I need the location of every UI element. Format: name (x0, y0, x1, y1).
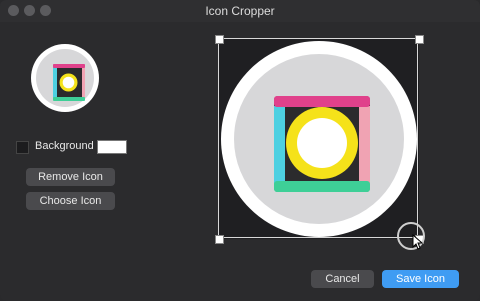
background-label: Background (35, 140, 94, 152)
crop-handle-top-left[interactable] (215, 35, 224, 44)
crop-handle-top-right[interactable] (415, 35, 424, 44)
cancel-button[interactable]: Cancel (311, 270, 374, 288)
title-bar: Icon Cropper (0, 0, 480, 22)
background-checkbox[interactable] (16, 141, 29, 154)
icon-cropper-window: Icon Cropper Background Remove Icon Choo… (0, 0, 480, 301)
crop-handle-bottom-left[interactable] (215, 235, 224, 244)
crop-selection[interactable] (218, 38, 418, 238)
icon-right-bar (82, 67, 85, 98)
resize-cursor-icon (412, 234, 424, 250)
remove-icon-button[interactable]: Remove Icon (26, 168, 115, 186)
save-icon-button[interactable]: Save Icon (382, 270, 459, 288)
icon-bottom-bar (53, 97, 85, 101)
background-color-swatch[interactable] (97, 140, 127, 154)
icon-center (62, 76, 75, 89)
icon-top-bar (53, 64, 85, 68)
choose-icon-button[interactable]: Choose Icon (26, 192, 115, 210)
icon-preview (31, 44, 99, 112)
app-icon (53, 64, 85, 101)
icon-left-bar (53, 67, 57, 98)
window-title: Icon Cropper (205, 4, 275, 18)
